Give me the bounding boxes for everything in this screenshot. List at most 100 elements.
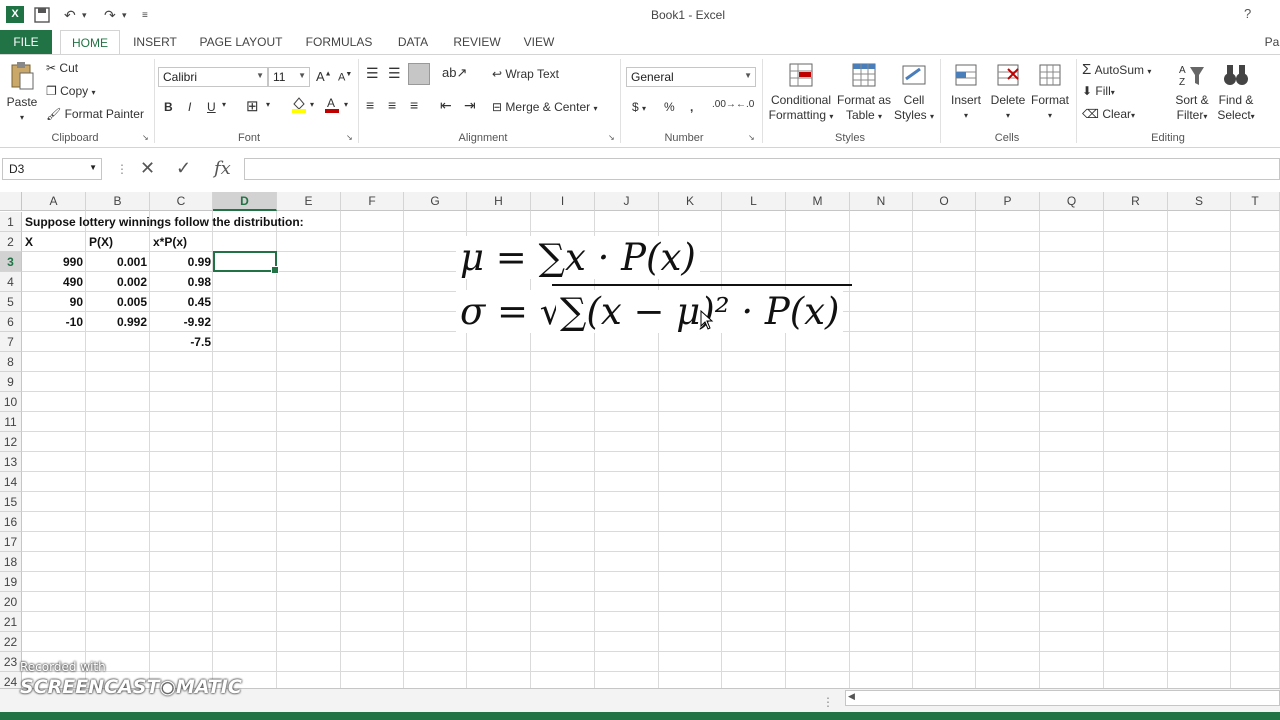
align-center-icon[interactable]: ≡ xyxy=(388,97,396,113)
row-header-5[interactable]: 5 xyxy=(0,292,22,312)
row-header-6[interactable]: 6 xyxy=(0,312,22,332)
column-header-f[interactable]: F xyxy=(341,192,404,211)
column-header-k[interactable]: K xyxy=(659,192,722,211)
row-header-3[interactable]: 3 xyxy=(0,252,22,272)
cancel-icon[interactable]: ✕ xyxy=(140,158,155,179)
clipboard-launcher-icon[interactable]: ↘ xyxy=(142,133,149,142)
align-left-icon[interactable]: ≡ xyxy=(366,97,374,113)
conditional-formatting-button[interactable]: Conditional Formatting ▾ xyxy=(766,61,836,124)
bold-button[interactable]: B xyxy=(164,100,173,114)
formula-input[interactable] xyxy=(244,158,1280,180)
fill-color-button[interactable] xyxy=(290,95,308,116)
row-header-21[interactable]: 21 xyxy=(0,612,22,632)
row-header-16[interactable]: 16 xyxy=(0,512,22,532)
row-header-12[interactable]: 12 xyxy=(0,432,22,452)
help-icon[interactable]: ? xyxy=(1244,6,1251,21)
cell-a3[interactable]: 990 xyxy=(22,252,86,272)
row-header-14[interactable]: 14 xyxy=(0,472,22,492)
shrink-font-button[interactable]: A▼ xyxy=(338,71,352,84)
tab-page-layout[interactable]: PAGE LAYOUT xyxy=(194,30,288,54)
autosum-button[interactable]: Σ AutoSum ▾ xyxy=(1082,61,1151,78)
merge-center-button[interactable]: ⊟ Merge & Center ▾ xyxy=(492,100,597,114)
column-header-s[interactable]: S xyxy=(1168,192,1231,211)
copy-button[interactable]: ❐ Copy ▾ xyxy=(46,84,95,98)
row-header-1[interactable]: 1 xyxy=(0,212,22,232)
cell-a1[interactable]: Suppose lottery winnings follow the dist… xyxy=(22,212,304,232)
enter-icon[interactable]: ✓ xyxy=(176,158,191,179)
cell-a4[interactable]: 490 xyxy=(22,272,86,292)
percent-button[interactable]: % xyxy=(664,100,675,114)
row-header-9[interactable]: 9 xyxy=(0,372,22,392)
tab-file[interactable]: FILE xyxy=(0,30,52,54)
cut-button[interactable]: ✂ Cut xyxy=(46,61,78,75)
column-header-e[interactable]: E xyxy=(277,192,341,211)
column-header-i[interactable]: I xyxy=(531,192,595,211)
orientation-icon[interactable]: ab↗ xyxy=(442,65,467,81)
column-header-g[interactable]: G xyxy=(404,192,467,211)
row-header-7[interactable]: 7 xyxy=(0,332,22,352)
cell-c2[interactable]: x*P(x) xyxy=(150,232,214,252)
cell-b5[interactable]: 0.005 xyxy=(86,292,150,312)
borders-dropdown-icon[interactable]: ▾ xyxy=(266,100,270,109)
clear-button[interactable]: ⌫ Clear▾ xyxy=(1082,107,1135,121)
font-launcher-icon[interactable]: ↘ xyxy=(346,133,353,142)
cell-a2[interactable]: X xyxy=(22,232,86,252)
tab-data[interactable]: DATA xyxy=(390,30,436,54)
row-header-17[interactable]: 17 xyxy=(0,532,22,552)
worksheet-grid[interactable]: ABCDEFGHIJKLMNOPQRST 1 2 3 4 5 6 7 8 9 10 11 12 13 14… xyxy=(0,192,1280,688)
delete-cells-button[interactable]: Delete ▾ xyxy=(988,61,1028,123)
cell-c6[interactable]: -9.92 xyxy=(150,312,214,332)
tab-view[interactable]: VIEW xyxy=(516,30,562,54)
tab-insert[interactable]: INSERT xyxy=(126,30,184,54)
row-header-8[interactable]: 8 xyxy=(0,352,22,372)
cell-b2[interactable]: P(X) xyxy=(86,232,150,252)
column-header-a[interactable]: A xyxy=(22,192,86,211)
align-middle-icon[interactable]: ☰ xyxy=(388,65,401,82)
underline-dropdown-icon[interactable]: ▾ xyxy=(222,100,226,109)
column-header-c[interactable]: C xyxy=(150,192,213,211)
decrease-decimal-icon[interactable]: ←.0 xyxy=(736,99,754,110)
cell-c5[interactable]: 0.45 xyxy=(150,292,214,312)
fill-button[interactable]: ⬇ Fill▾ xyxy=(1082,84,1115,98)
cell-a6[interactable]: -10 xyxy=(22,312,86,332)
number-launcher-icon[interactable]: ↘ xyxy=(748,133,755,142)
row-header-23[interactable]: 23 xyxy=(0,652,22,672)
sort-filter-button[interactable]: AZ Sort & Filter▾ xyxy=(1170,61,1214,124)
decrease-indent-icon[interactable]: ⇤ xyxy=(440,97,452,114)
row-header-24[interactable]: 24 xyxy=(0,672,22,688)
row-header-10[interactable]: 10 xyxy=(0,392,22,412)
wrap-text-button[interactable]: ↩ Wrap Text xyxy=(492,67,559,81)
column-header-j[interactable]: J xyxy=(595,192,659,211)
format-painter-button[interactable]: 🖌 Format Painter xyxy=(46,107,144,121)
row-header-4[interactable]: 4 xyxy=(0,272,22,292)
number-format-select[interactable]: General ▼ xyxy=(626,67,756,87)
row-header-18[interactable]: 18 xyxy=(0,552,22,572)
scroll-left-icon[interactable]: ◀ xyxy=(848,691,855,702)
horizontal-scrollbar[interactable]: ◀ xyxy=(845,690,1280,706)
cell-a5[interactable]: 90 xyxy=(22,292,86,312)
select-all-button[interactable] xyxy=(0,192,22,211)
column-header-n[interactable]: N xyxy=(850,192,913,211)
column-header-h[interactable]: H xyxy=(467,192,531,211)
increase-decimal-icon[interactable]: .00→ xyxy=(712,99,736,110)
font-size-select[interactable]: 11 ▼ xyxy=(268,67,310,87)
font-color-button[interactable]: A xyxy=(324,95,340,116)
column-header-b[interactable]: B xyxy=(86,192,150,211)
name-box[interactable]: D3 ▼ xyxy=(2,158,102,180)
row-header-22[interactable]: 22 xyxy=(0,632,22,652)
format-cells-button[interactable]: Format ▾ xyxy=(1028,61,1072,123)
alignment-launcher-icon[interactable]: ↘ xyxy=(608,133,615,142)
tab-home[interactable]: HOME xyxy=(60,30,120,55)
tab-formulas[interactable]: FORMULAS xyxy=(300,30,378,54)
comma-button[interactable]: , xyxy=(690,100,693,114)
cell-b3[interactable]: 0.001 xyxy=(86,252,150,272)
cell-b4[interactable]: 0.002 xyxy=(86,272,150,292)
cell-c7[interactable]: -7.5 xyxy=(150,332,214,352)
cell-b6[interactable]: 0.992 xyxy=(86,312,150,332)
column-header-l[interactable]: L xyxy=(722,192,786,211)
currency-button[interactable]: $ ▾ xyxy=(632,100,646,114)
insert-cells-button[interactable]: Insert ▾ xyxy=(946,61,986,123)
column-header-o[interactable]: O xyxy=(913,192,976,211)
align-top-icon[interactable]: ☰ xyxy=(366,65,379,82)
find-select-button[interactable]: Find & Select▾ xyxy=(1214,61,1258,124)
